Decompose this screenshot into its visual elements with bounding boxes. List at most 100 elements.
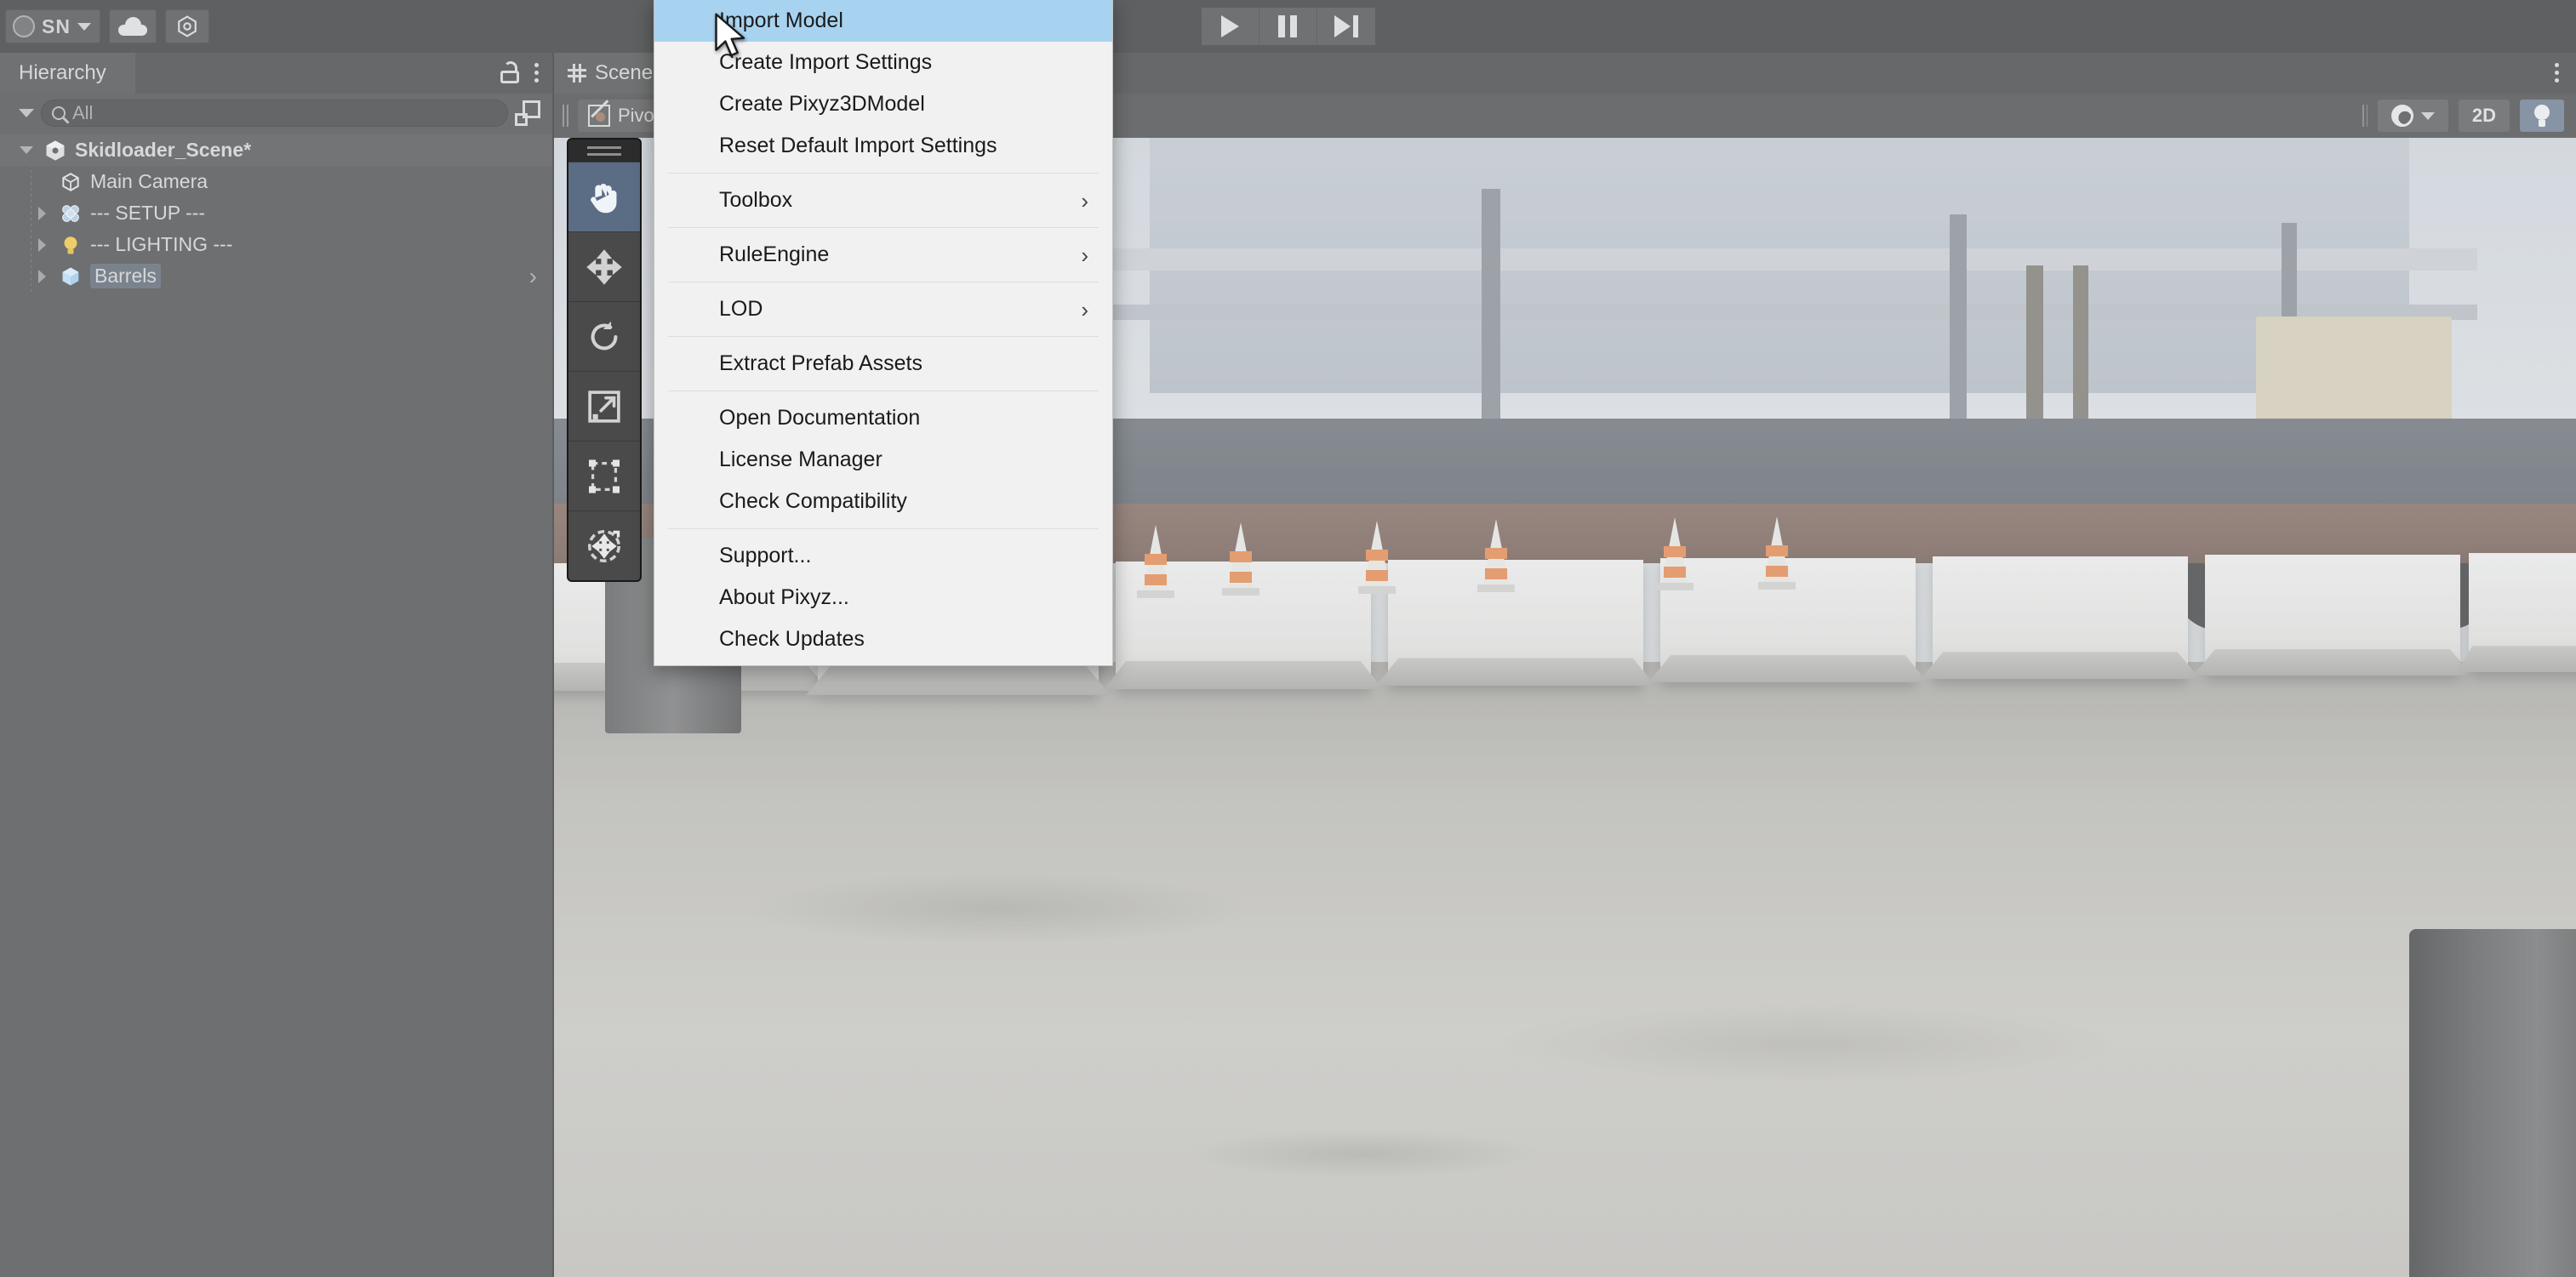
- editor-settings-button[interactable]: [165, 9, 209, 43]
- menu-item-reset-default-import-settings[interactable]: Reset Default Import Settings: [654, 125, 1112, 167]
- table-row[interactable]: --- SETUP ---: [0, 197, 552, 229]
- scene-tab-label: Scene: [595, 61, 653, 85]
- table-row[interactable]: Main Camera: [0, 166, 552, 197]
- toggle-scene-lighting-button[interactable]: [2520, 100, 2564, 132]
- menu-item-lod[interactable]: LOD ›: [654, 288, 1112, 330]
- menu-item-label: Reset Default Import Settings: [719, 134, 997, 158]
- menu-item-check-updates[interactable]: Check Updates: [654, 619, 1112, 660]
- hierarchy-panel: Hierarchy All Skidloader_S: [0, 53, 553, 1277]
- kebab-menu-icon[interactable]: [534, 63, 539, 83]
- prefab-open-chevron-icon[interactable]: ›: [529, 265, 537, 288]
- drag-handle-icon[interactable]: [568, 140, 640, 162]
- traffic-cone: [1762, 516, 1791, 590]
- cloud-services-button[interactable]: [109, 9, 157, 43]
- toolbar-left-group: SN: [5, 9, 218, 43]
- table-row[interactable]: Barrels ›: [0, 260, 552, 292]
- drag-handle-icon[interactable]: [563, 105, 569, 127]
- expand-arrow-icon[interactable]: [17, 146, 36, 154]
- rotate-icon: [585, 317, 624, 356]
- menu-separator: [668, 173, 1099, 174]
- lock-open-icon[interactable]: [500, 61, 519, 83]
- cloud-services-icon: [118, 17, 147, 36]
- hierarchy-tab-actions: [500, 61, 539, 83]
- step-button[interactable]: [1317, 8, 1375, 45]
- concrete-barrier: [1933, 556, 2188, 679]
- account-label: SN: [42, 15, 71, 38]
- play-button[interactable]: [1202, 8, 1259, 45]
- group-spheres-icon: [58, 201, 83, 226]
- concrete-barrier: [2205, 555, 2460, 676]
- menu-item-support[interactable]: Support...: [654, 535, 1112, 577]
- shading-mode-button[interactable]: [2378, 100, 2448, 132]
- foreground-barrel: [2409, 929, 2576, 1277]
- list-item-label: --- LIGHTING ---: [90, 233, 232, 256]
- light-bulb-icon: [58, 232, 83, 258]
- pause-button[interactable]: [1259, 8, 1317, 45]
- menu-item-label: RuleEngine: [719, 242, 829, 267]
- scale-icon: [585, 387, 624, 426]
- expand-arrow-icon[interactable]: [32, 238, 51, 252]
- rect-transform-tool-button[interactable]: [568, 441, 640, 510]
- twod-label: 2D: [2472, 105, 2496, 127]
- toggle-2d-button[interactable]: 2D: [2459, 100, 2510, 132]
- menu-item-label: Check Compatibility: [719, 489, 907, 514]
- support-column: [1950, 214, 1967, 453]
- rotate-tool-button[interactable]: [568, 301, 640, 371]
- play-icon: [1221, 15, 1239, 37]
- toolbar-separator: [2362, 105, 2368, 127]
- hand-icon: [585, 178, 624, 217]
- menu-item-extract-prefab-assets[interactable]: Extract Prefab Assets: [654, 343, 1112, 385]
- account-button[interactable]: SN: [5, 9, 100, 43]
- chevron-down-icon: [2421, 112, 2435, 120]
- search-icon: [52, 106, 66, 120]
- list-item-label: Main Camera: [90, 170, 208, 193]
- shaded-mode-icon: [2391, 105, 2413, 127]
- pause-icon: [1278, 15, 1297, 37]
- menu-item-label: Support...: [719, 544, 811, 568]
- menu-item-ruleengine[interactable]: RuleEngine ›: [654, 234, 1112, 276]
- traffic-cone: [1226, 522, 1255, 596]
- menu-item-check-compatibility[interactable]: Check Compatibility: [654, 481, 1112, 522]
- concrete-barrier: [1388, 560, 1643, 686]
- support-column: [1482, 189, 1500, 444]
- expand-arrow-icon[interactable]: [32, 207, 51, 220]
- hand-tool-button[interactable]: [568, 162, 640, 231]
- step-forward-icon: [1334, 15, 1358, 37]
- prefab-cube-icon: [58, 264, 83, 289]
- traffic-cone: [1660, 517, 1689, 590]
- move-tool-button[interactable]: [568, 231, 640, 301]
- transform-tool-button[interactable]: [568, 510, 640, 580]
- expand-window-icon[interactable]: [515, 100, 540, 126]
- gear-icon: [176, 14, 198, 38]
- scene-grid-icon: [568, 64, 586, 83]
- scene-lighting-icon: [2533, 105, 2550, 127]
- menu-item-about-pixyz[interactable]: About Pixyz...: [654, 577, 1112, 619]
- scale-tool-button[interactable]: [568, 371, 640, 441]
- table-row[interactable]: --- LIGHTING ---: [0, 229, 552, 260]
- list-item-label: --- SETUP ---: [90, 202, 205, 225]
- menu-item-label: About Pixyz...: [719, 585, 849, 610]
- chevron-down-icon: [77, 23, 91, 31]
- search-input[interactable]: All: [41, 100, 508, 127]
- hierarchy-search-row: All: [0, 94, 552, 133]
- menu-item-license-manager[interactable]: License Manager: [654, 439, 1112, 481]
- traffic-cone: [1141, 525, 1170, 598]
- menu-item-toolbox[interactable]: Toolbox ›: [654, 180, 1112, 221]
- chevron-right-icon: ›: [1081, 299, 1088, 321]
- unity-editor-window: SN: [0, 0, 2576, 1277]
- table-row[interactable]: Skidloader_Scene*: [0, 134, 552, 166]
- pivot-rotate-icon: [588, 105, 610, 127]
- expand-arrow-icon[interactable]: [32, 270, 51, 283]
- menu-item-open-documentation[interactable]: Open Documentation: [654, 397, 1112, 439]
- kebab-menu-icon[interactable]: [2555, 63, 2559, 83]
- tab-hierarchy[interactable]: Hierarchy: [0, 53, 135, 94]
- scene-toolbar-right: 2D: [2362, 100, 2564, 132]
- hierarchy-filter-chevron-down-icon[interactable]: [19, 109, 34, 117]
- menu-item-label: Toolbox: [719, 188, 792, 213]
- menu-item-label: Check Updates: [719, 627, 865, 652]
- hierarchy-tab-label: Hierarchy: [19, 61, 106, 85]
- menu-item-create-pixyz3dmodel[interactable]: Create Pixyz3DModel: [654, 83, 1112, 125]
- menu-item-label: Create Import Settings: [719, 50, 932, 75]
- menu-separator: [668, 528, 1099, 529]
- chevron-right-icon: ›: [1081, 190, 1088, 212]
